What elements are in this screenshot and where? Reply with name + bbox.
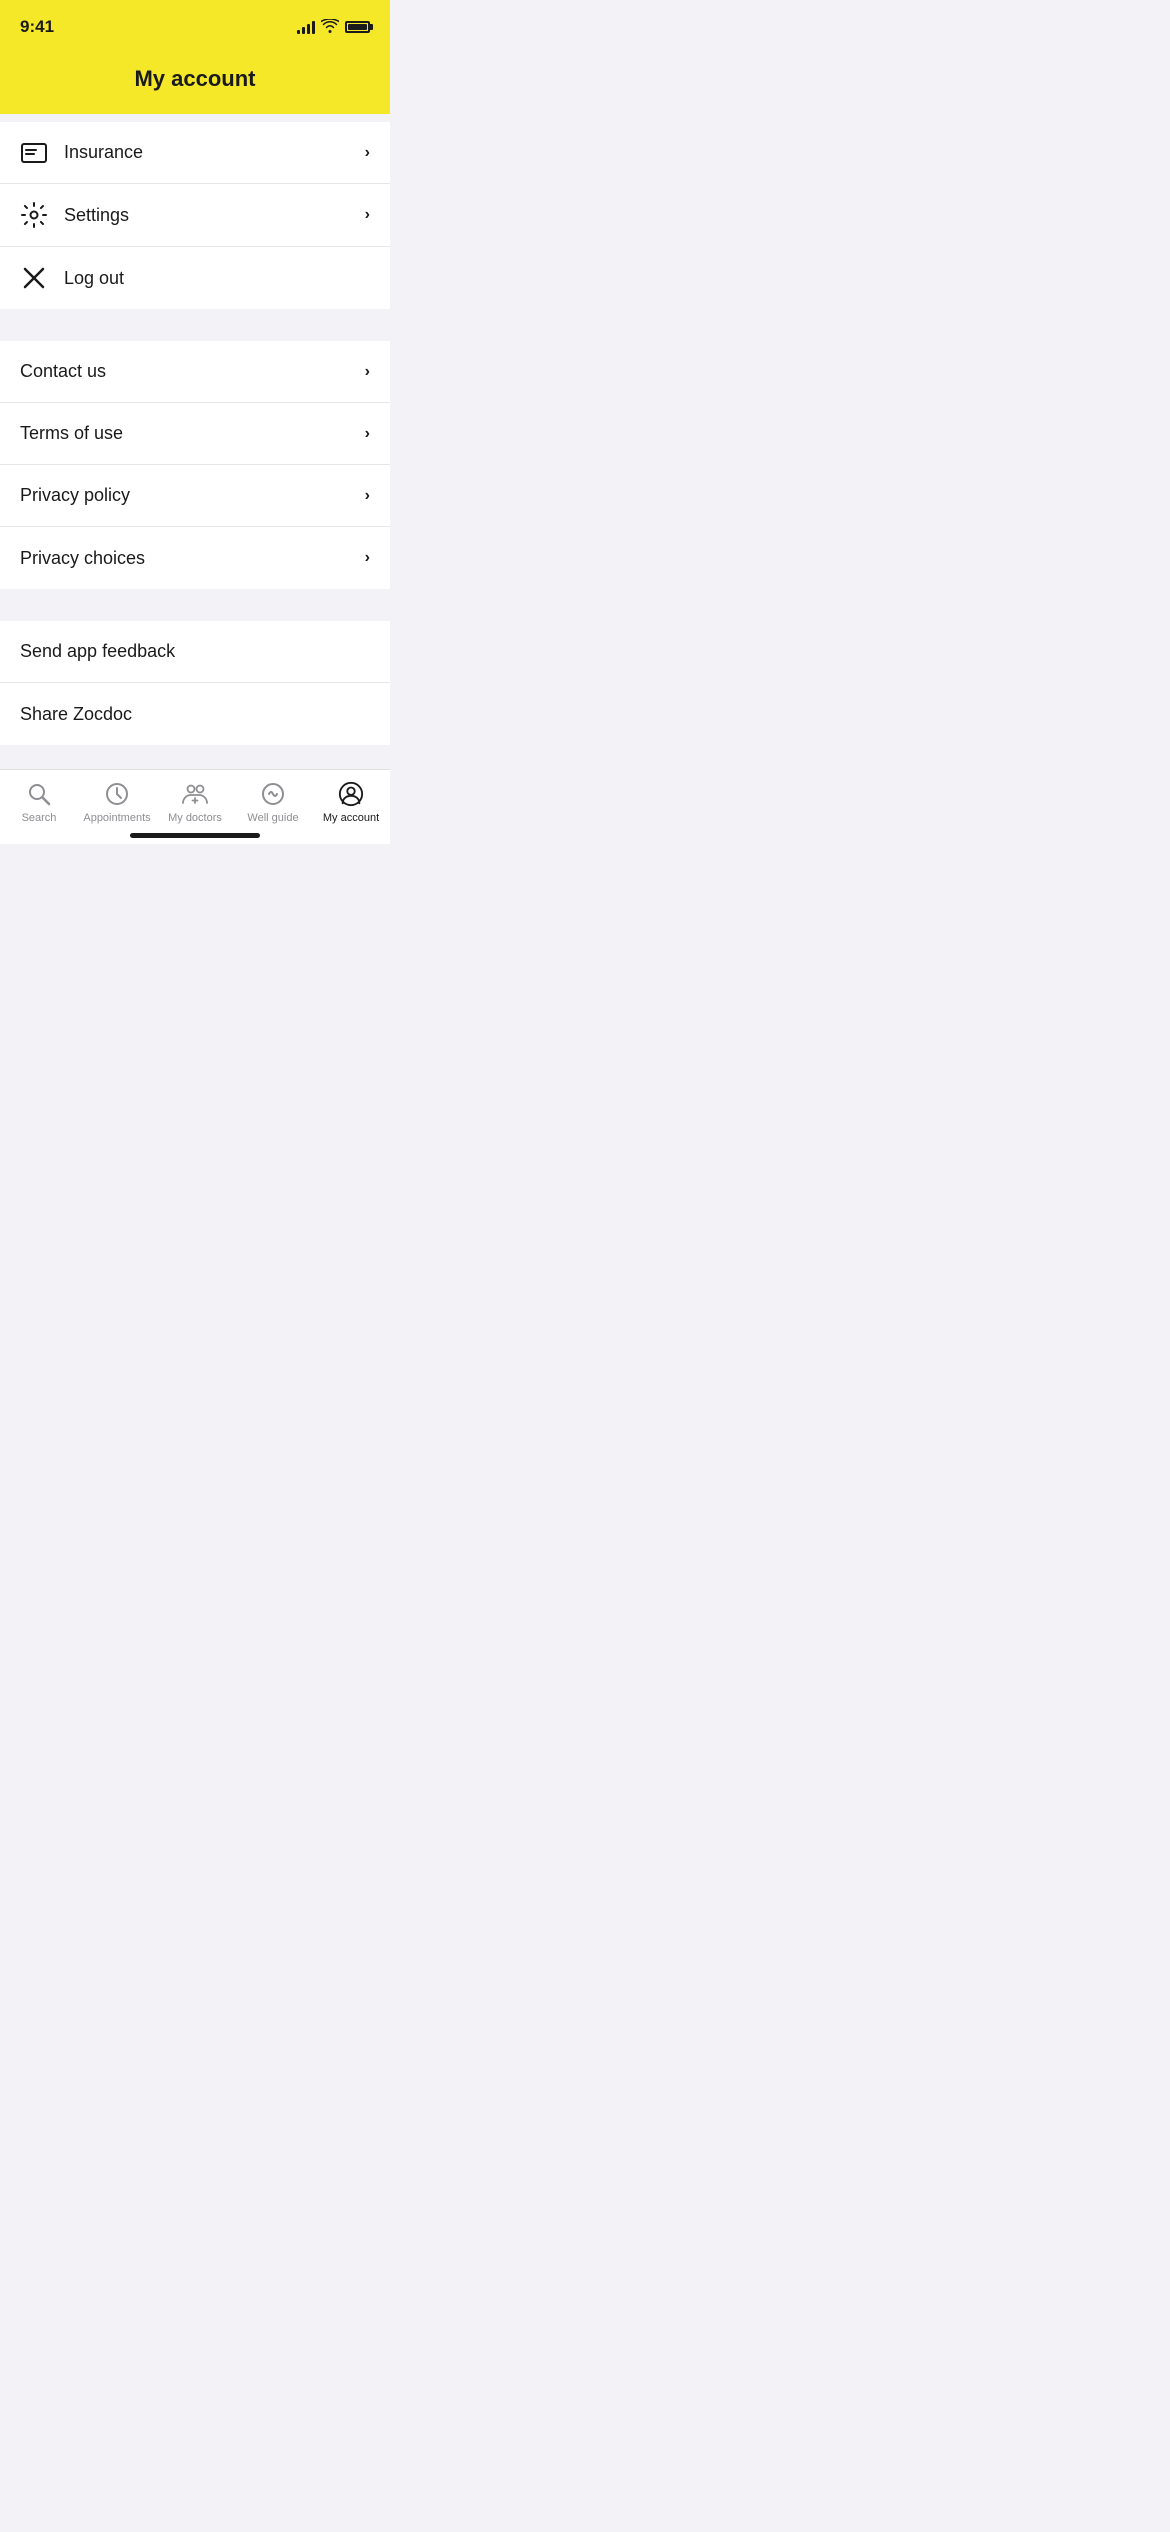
tab-search[interactable]: Search <box>0 780 78 824</box>
terms-menu-item[interactable]: Terms of use › <box>0 403 390 465</box>
privacy-policy-label: Privacy policy <box>20 485 130 506</box>
search-tab-label: Search <box>22 812 57 824</box>
insurance-menu-item[interactable]: Insurance › <box>0 122 390 184</box>
feedback-label: Send app feedback <box>20 641 175 662</box>
tab-appointments[interactable]: Appointments <box>78 780 156 824</box>
home-indicator <box>130 833 260 838</box>
status-time: 9:41 <box>20 17 54 37</box>
battery-icon <box>345 21 370 33</box>
main-content: Insurance › Settings › <box>0 114 390 755</box>
tab-well-guide[interactable]: Well guide <box>234 780 312 824</box>
wifi-icon <box>321 19 339 36</box>
menu-section-2: Contact us › Terms of use › Privacy poli… <box>0 341 390 589</box>
chevron-right-icon: › <box>365 487 370 505</box>
share-label: Share Zocdoc <box>20 704 132 725</box>
privacy-policy-menu-item[interactable]: Privacy policy › <box>0 465 390 527</box>
logout-label: Log out <box>64 268 124 289</box>
share-menu-item[interactable]: Share Zocdoc <box>0 683 390 745</box>
chevron-right-icon: › <box>365 425 370 443</box>
page-header: My account <box>0 50 390 114</box>
signal-icon <box>297 20 315 34</box>
settings-icon <box>20 202 48 228</box>
my-doctors-tab-label: My doctors <box>168 812 222 824</box>
chevron-right-icon: › <box>365 363 370 381</box>
chevron-right-icon: › <box>365 206 370 224</box>
settings-label: Settings <box>64 205 129 226</box>
appointments-tab-icon <box>103 780 131 808</box>
contact-label: Contact us <box>20 361 106 382</box>
my-doctors-tab-icon <box>181 780 209 808</box>
status-icons <box>297 19 370 36</box>
logout-menu-item[interactable]: Log out <box>0 247 390 309</box>
chevron-right-icon: › <box>365 144 370 162</box>
menu-section-3: Send app feedback Share Zocdoc <box>0 621 390 745</box>
insurance-label: Insurance <box>64 142 143 163</box>
contact-menu-item[interactable]: Contact us › <box>0 341 390 403</box>
insurance-icon <box>20 143 48 163</box>
page-title: My account <box>20 66 370 92</box>
status-bar: 9:41 <box>0 0 390 50</box>
well-guide-tab-label: Well guide <box>247 812 298 824</box>
well-guide-tab-icon <box>259 780 287 808</box>
search-tab-icon <box>25 780 53 808</box>
terms-label: Terms of use <box>20 423 123 444</box>
feedback-menu-item[interactable]: Send app feedback <box>0 621 390 683</box>
x-icon <box>20 267 48 289</box>
privacy-choices-menu-item[interactable]: Privacy choices › <box>0 527 390 589</box>
chevron-right-icon: › <box>365 549 370 567</box>
tab-my-doctors[interactable]: My doctors <box>156 780 234 824</box>
my-account-tab-icon <box>337 780 365 808</box>
tab-my-account[interactable]: My account <box>312 780 390 824</box>
menu-section-1: Insurance › Settings › <box>0 122 390 309</box>
appointments-tab-label: Appointments <box>83 812 150 824</box>
my-account-tab-label: My account <box>323 812 379 824</box>
privacy-choices-label: Privacy choices <box>20 548 145 569</box>
settings-menu-item[interactable]: Settings › <box>0 184 390 247</box>
